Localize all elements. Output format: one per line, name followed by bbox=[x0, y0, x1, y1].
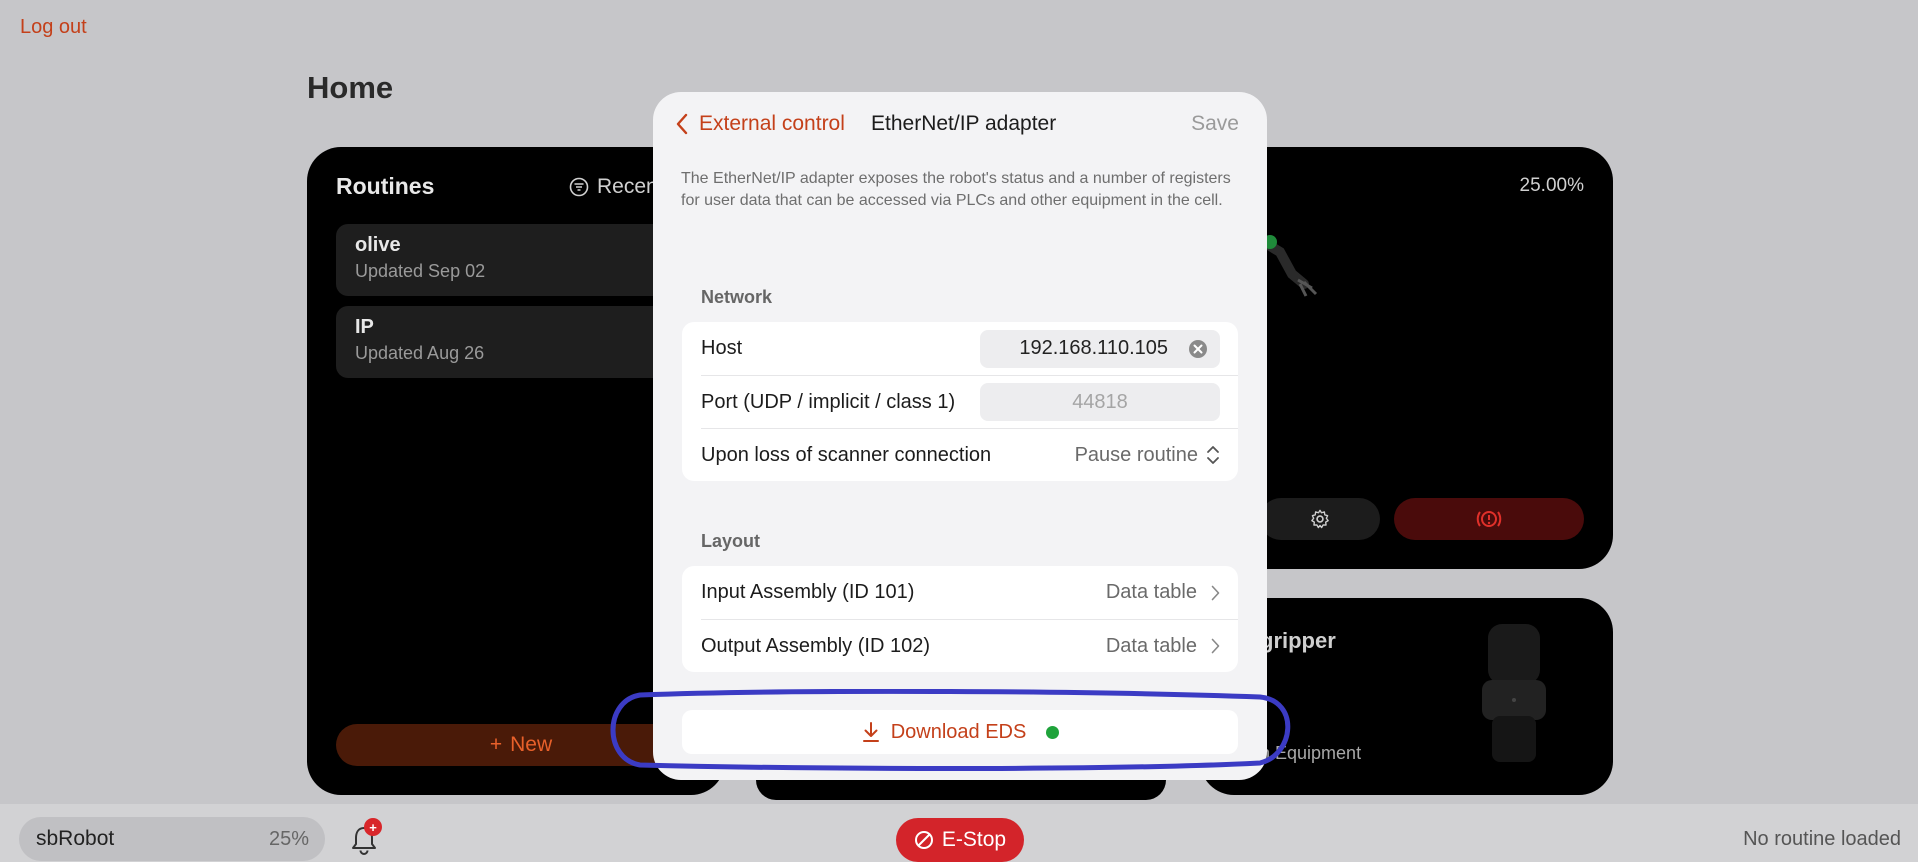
highlight-annotation bbox=[610, 689, 1291, 771]
robot-speed: 25% bbox=[268, 827, 309, 850]
prohibited-icon bbox=[914, 831, 933, 849]
notification-badge: + bbox=[364, 818, 382, 836]
robot-settings-button[interactable] bbox=[1260, 498, 1380, 540]
input-assembly-row[interactable]: Input Assembly (ID 101) Data table bbox=[701, 566, 1238, 619]
modal-title: EtherNet/IP adapter bbox=[871, 112, 1057, 135]
ethernet-ip-modal: External control EtherNet/IP adapter Sav… bbox=[653, 92, 1267, 780]
host-row: Host 192.168.110.105 bbox=[701, 322, 1238, 375]
modal-description: The EtherNet/IP adapter exposes the robo… bbox=[681, 170, 1231, 209]
output-assembly-label: Output Assembly (ID 102) bbox=[701, 634, 930, 657]
back-button[interactable]: External control bbox=[675, 112, 845, 136]
page-title: Home bbox=[307, 70, 394, 105]
routine-status: No routine loaded bbox=[1743, 828, 1901, 850]
network-section-label: Network bbox=[701, 287, 773, 307]
back-label: External control bbox=[699, 112, 845, 135]
estop-button[interactable]: E-Stop bbox=[896, 818, 1024, 862]
host-input[interactable]: 192.168.110.105 bbox=[980, 329, 1220, 368]
input-assembly-value: Data table bbox=[1105, 581, 1197, 603]
routine-date: Updated Sep 02 bbox=[355, 261, 486, 281]
speed-percentage: 25.00% bbox=[1519, 175, 1584, 196]
layout-section-label: Layout bbox=[701, 531, 761, 551]
port-row: Port (UDP / implicit / class 1) 44818 bbox=[701, 375, 1238, 428]
gripper-title: gripper bbox=[1260, 628, 1336, 653]
input-assembly-value-group: Data table bbox=[1106, 581, 1220, 604]
save-button[interactable]: Save bbox=[1191, 112, 1239, 136]
chevron-up-down-icon bbox=[1207, 446, 1219, 464]
scanner-loss-value: Pause routine bbox=[1074, 443, 1198, 466]
chevron-right-icon bbox=[1211, 585, 1220, 600]
routine-item[interactable]: IP Updated Aug 26 bbox=[336, 306, 706, 378]
port-placeholder: 44818 bbox=[1072, 390, 1128, 413]
robot-selector[interactable]: sbRobot 25% bbox=[19, 817, 325, 861]
host-label: Host bbox=[701, 337, 743, 359]
chevron-left-icon bbox=[676, 113, 688, 135]
output-assembly-value: Data table bbox=[1105, 634, 1197, 657]
plus-icon: + bbox=[489, 733, 503, 756]
routines-title: Routines bbox=[336, 173, 435, 199]
routine-date: Updated Aug 26 bbox=[355, 343, 485, 363]
output-assembly-value-group: Data table bbox=[1106, 635, 1220, 658]
robot-alert-button[interactable] bbox=[1394, 498, 1584, 540]
network-group: Host 192.168.110.105 Port (UDP / implici… bbox=[682, 322, 1238, 481]
gripper-image bbox=[1482, 624, 1546, 762]
port-label: Port (UDP / implicit / class 1) bbox=[701, 390, 956, 413]
scanner-loss-select[interactable]: Pause routine bbox=[1075, 444, 1220, 467]
clear-icon[interactable] bbox=[1188, 339, 1208, 359]
robot-arm-image bbox=[1260, 235, 1318, 297]
chevron-right-icon bbox=[1211, 638, 1220, 654]
input-assembly-label: Input Assembly (ID 101) bbox=[701, 581, 915, 603]
routine-item[interactable]: olive Updated Sep 02 bbox=[336, 224, 706, 296]
new-routine-label: New bbox=[510, 733, 553, 756]
estop-label: E-Stop bbox=[941, 828, 1007, 851]
output-assembly-row[interactable]: Output Assembly (ID 102) Data table bbox=[701, 619, 1238, 672]
logout-link[interactable]: Log out bbox=[20, 16, 87, 39]
gear-icon bbox=[1311, 509, 1329, 529]
sort-label: Recen bbox=[597, 175, 658, 198]
port-input[interactable]: 44818 bbox=[980, 383, 1220, 421]
scanner-loss-row[interactable]: Upon loss of scanner connection Pause ro… bbox=[701, 428, 1238, 481]
host-value: 192.168.110.105 bbox=[1019, 337, 1168, 359]
alert-icon bbox=[1476, 511, 1502, 527]
robot-name: sbRobot bbox=[36, 827, 115, 850]
sort-filter[interactable]: Recen bbox=[569, 175, 658, 199]
routine-name: IP bbox=[355, 316, 374, 338]
layout-group: Input Assembly (ID 101) Data table Outpu… bbox=[682, 566, 1238, 672]
scanner-loss-label: Upon loss of scanner connection bbox=[701, 443, 992, 466]
filter-icon bbox=[569, 177, 589, 197]
modal-header: External control EtherNet/IP adapter Sav… bbox=[653, 92, 1267, 154]
routine-name: olive bbox=[355, 234, 401, 256]
